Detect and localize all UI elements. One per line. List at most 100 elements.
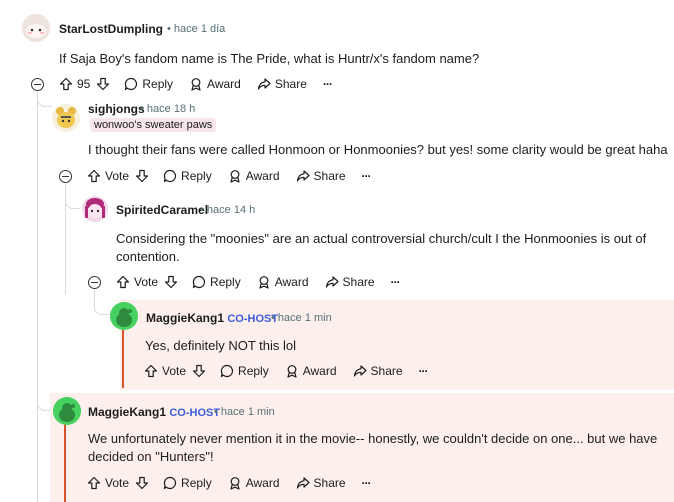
award-button[interactable]: Award [189,77,241,91]
downvote-button[interactable] [164,275,178,289]
share-button[interactable]: Share [296,476,346,490]
collapse-thread-button[interactable] [59,170,72,183]
user-flair: wonwoo's sweater paws [90,118,217,132]
share-icon [296,169,310,183]
reply-icon [163,169,177,183]
reply-button[interactable]: Reply [163,476,212,490]
downvote-icon [96,77,110,91]
more-options-button[interactable]: ··· [361,476,372,490]
more-icon: ··· [361,476,372,490]
upvote-button[interactable] [59,77,73,91]
share-button[interactable]: Share [325,275,375,289]
downvote-button[interactable] [96,77,110,91]
award-label: Award [274,275,309,289]
collapse-thread-button[interactable] [88,276,101,289]
share-icon [325,275,339,289]
award-button[interactable]: Award [228,476,280,490]
separator: • [140,103,144,115]
collapse-thread-button[interactable] [31,78,44,91]
award-icon [189,77,203,91]
avatar[interactable] [22,14,50,42]
upvote-icon [87,476,101,490]
vote-count: Vote [105,476,130,490]
award-label: Award [245,476,280,490]
timestamp[interactable]: hace 1 min [221,406,275,418]
award-label: Award [245,169,280,183]
reply-icon [192,275,206,289]
timestamp[interactable]: hace 1 min [278,312,332,324]
reply-button[interactable]: Reply [163,169,212,183]
reply-button[interactable]: Reply [220,364,269,378]
downvote-button[interactable] [135,169,149,183]
award-button[interactable]: Award [257,275,309,289]
comment-body: We unfortunately never mention it in the… [88,431,658,464]
reply-button[interactable]: Reply [124,77,173,91]
share-button[interactable]: Share [296,169,346,183]
username[interactable]: MaggieKang1 CO-HOST [146,311,278,325]
share-icon [257,77,271,91]
share-icon [296,476,310,490]
comment-body: If Saja Boy's fandom name is The Pride, … [59,51,480,66]
avatar[interactable] [110,302,138,330]
share-label: Share [313,169,346,183]
reply-label: Reply [181,169,212,183]
share-button[interactable]: Share [353,364,403,378]
downvote-button[interactable] [135,476,149,490]
comment-actions: Vote Reply Award Share ··· [87,474,375,492]
upvote-icon [59,77,73,91]
award-icon [228,476,242,490]
more-options-button[interactable]: ··· [323,77,333,91]
more-options-button[interactable]: ··· [361,169,372,183]
comment-actions: Vote Reply Award Share ··· [116,273,404,291]
downvote-button[interactable] [192,364,206,378]
comment-body: Yes, definitely NOT this lol [145,338,297,353]
comment-meta: • hace 18 h [140,103,195,115]
award-label: Award [207,77,241,91]
more-options-button[interactable]: ··· [419,364,429,378]
upvote-icon [87,169,101,183]
upvote-button[interactable] [116,275,130,289]
upvote-icon [116,275,130,289]
cohost-badge: CO-HOST [169,407,221,419]
award-button[interactable]: Award [228,169,280,183]
reply-label: Reply [210,275,241,289]
vote-count: 95 [77,77,91,91]
upvote-button[interactable] [144,364,158,378]
timestamp[interactable]: hace 14 h [207,204,255,216]
more-icon: ··· [361,169,372,183]
username-text[interactable]: MaggieKang1 [88,405,166,419]
reply-icon [124,77,138,91]
comment-body: Considering the "moonies" are an actual … [116,231,647,264]
award-button[interactable]: Award [285,364,337,378]
upvote-icon [144,364,158,378]
reply-button[interactable]: Reply [192,275,241,289]
separator: • [214,406,218,418]
separator: • [271,312,275,324]
share-label: Share [274,77,307,91]
comment-meta: • hace 14 h [200,204,255,216]
thread-line [37,92,38,502]
username-text[interactable]: MaggieKang1 [146,311,224,325]
comment-actions: 95 Reply Award Share ··· [59,75,336,93]
reply-icon [220,364,234,378]
comment-meta: • hace 1 min [214,406,275,418]
downvote-icon [135,476,149,490]
upvote-button[interactable] [87,169,101,183]
username[interactable]: StarLostDumpling [59,22,163,36]
avatar[interactable] [82,196,108,222]
avatar[interactable] [52,104,80,132]
username[interactable]: sighjongs [88,102,145,116]
more-options-button[interactable]: ··· [391,275,401,289]
award-icon [257,275,271,289]
username[interactable]: MaggieKang1 CO-HOST [88,405,220,419]
upvote-button[interactable] [87,476,101,490]
share-button[interactable]: Share [257,77,307,91]
reply-label: Reply [181,476,212,490]
username[interactable]: SpiritedCaramel [116,203,208,217]
comment-meta: • hace 1 día [167,23,225,35]
timestamp[interactable]: hace 1 día [174,23,225,35]
timestamp[interactable]: hace 18 h [147,103,195,115]
share-label: Share [313,476,346,490]
separator: • [200,204,204,216]
avatar[interactable] [53,397,81,425]
